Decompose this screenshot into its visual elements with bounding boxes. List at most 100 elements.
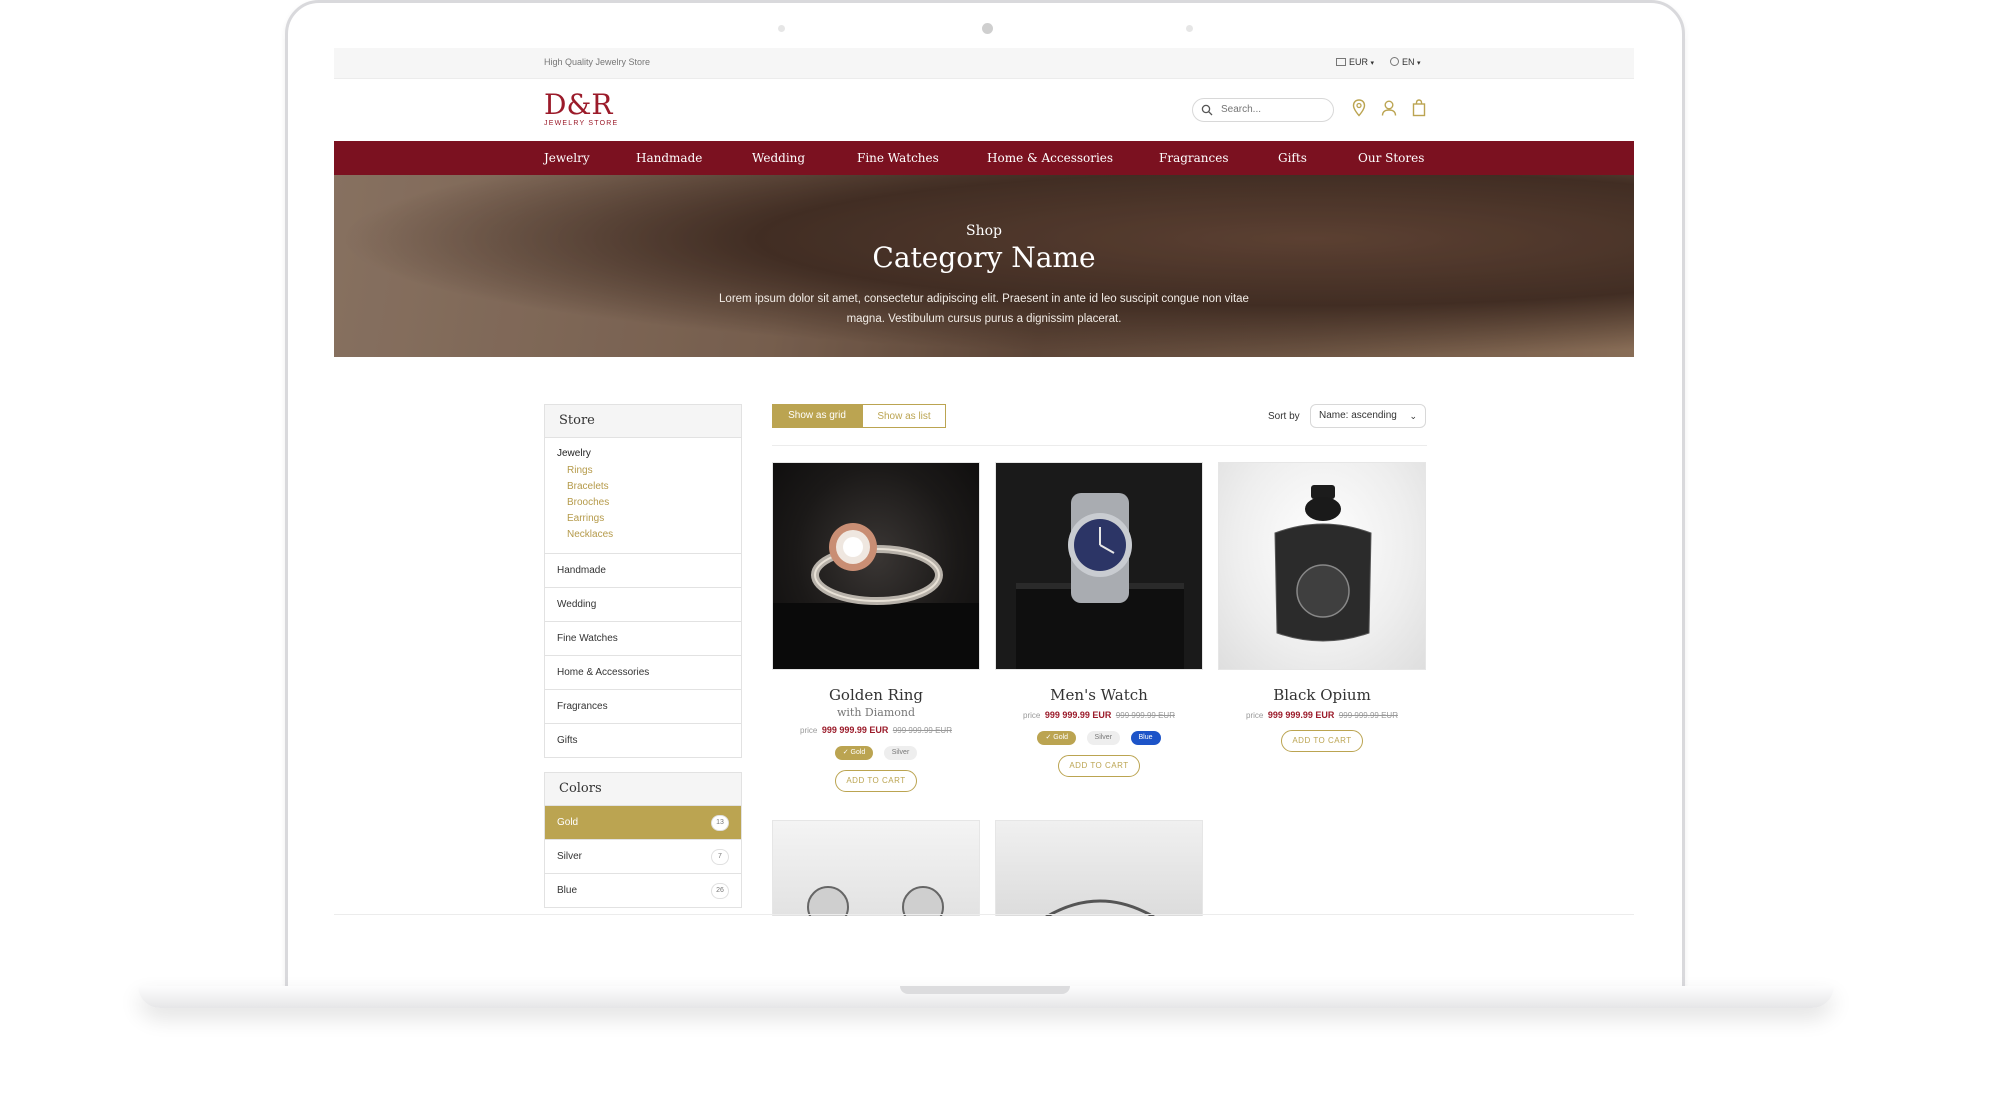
- search-input[interactable]: [1219, 103, 1331, 116]
- current-price: 999 999.99 EUR: [1267, 710, 1335, 720]
- product-price: price 999 999.99 EUR 999 999.99 EUR: [995, 710, 1203, 720]
- sidebar-item-fragrances[interactable]: Fragrances: [545, 690, 741, 724]
- color-filter-label: Blue: [557, 885, 578, 896]
- product-card: [995, 820, 1203, 916]
- product-subtitle: with Diamond: [836, 706, 915, 719]
- color-chip-silver[interactable]: Silver: [1086, 731, 1121, 745]
- add-to-cart-button[interactable]: ADD TO CART: [835, 770, 917, 792]
- color-chip-silver[interactable]: Silver: [883, 746, 918, 760]
- sidebar-item-fine-watches[interactable]: Fine Watches: [545, 622, 741, 656]
- sidebar-item-label[interactable]: Jewelry: [557, 448, 729, 459]
- logo-subtitle: JEWELRY STORE: [544, 120, 619, 127]
- current-price: 999 999.99 EUR: [1044, 710, 1112, 720]
- color-filter-gold[interactable]: Gold 13: [545, 806, 741, 840]
- product-image-earrings[interactable]: [772, 820, 980, 916]
- wallet-icon: [1336, 58, 1346, 66]
- camera-icon: [982, 23, 993, 34]
- store-tagline: High Quality Jewelry Store: [544, 57, 651, 67]
- color-count-badge: 26: [711, 883, 729, 899]
- camera-dot-left: [778, 25, 785, 32]
- globe-icon: [1390, 57, 1399, 66]
- toolbar-divider: [772, 445, 1427, 446]
- product-name[interactable]: Black Opium: [1218, 686, 1426, 704]
- product-card: [772, 820, 980, 916]
- subcategory-bracelets[interactable]: Bracelets: [567, 479, 729, 495]
- language-value: EN: [1402, 57, 1415, 67]
- chip-label: Gold: [1053, 734, 1069, 741]
- sort-value: Name: ascending: [1319, 410, 1397, 421]
- sidebar-item-home-accessories[interactable]: Home & Accessories: [545, 656, 741, 690]
- product-name[interactable]: Golden Ring: [772, 686, 980, 704]
- old-price: 999 999.99 EUR: [892, 726, 952, 735]
- hero-description-line: magna. Vestibulum cursus purus a digniss…: [846, 313, 1122, 325]
- store-panel: Store Jewelry Rings Bracelets Brooches E…: [544, 404, 742, 758]
- color-chip-blue[interactable]: Blue: [1130, 731, 1161, 745]
- user-icon[interactable]: [1381, 99, 1397, 117]
- earrings-image: [807, 886, 944, 916]
- logo-mark: D&R: [544, 88, 613, 121]
- color-filter-blue[interactable]: Blue 26: [545, 874, 741, 907]
- show-as-list-button[interactable]: Show as list: [862, 404, 946, 428]
- search-box[interactable]: [1192, 98, 1334, 122]
- chevron-down-icon: ▾: [1417, 60, 1421, 67]
- color-filter-silver[interactable]: Silver 7: [545, 840, 741, 874]
- add-to-cart-button[interactable]: ADD TO CART: [1281, 730, 1363, 752]
- color-count-badge: 7: [711, 849, 729, 865]
- product-image-perfume[interactable]: [1218, 462, 1426, 670]
- colors-panel: Colors Gold 13 Silver 7 Blue 26: [544, 772, 742, 908]
- product-image-ring[interactable]: [772, 462, 980, 670]
- sidebar-item-jewelry: Jewelry Rings Bracelets Brooches Earring…: [545, 438, 741, 554]
- product-price: price 999 999.99 EUR 999 999.99 EUR: [772, 725, 980, 735]
- page-title: Category Name: [872, 241, 1096, 274]
- hero-description: Lorem ipsum dolor sit amet, consectetur …: [334, 289, 1634, 329]
- main-navigation: Jewelry Handmade Wedding Fine Watches Ho…: [334, 141, 1634, 175]
- product-card: Black Opium price 999 999.99 EUR 999 999…: [1218, 462, 1426, 752]
- add-to-cart-button[interactable]: ADD TO CART: [1058, 755, 1140, 777]
- language-selector[interactable]: EN ▾: [1390, 57, 1421, 67]
- category-hero: Shop Category Name Lorem ipsum dolor sit…: [334, 175, 1634, 357]
- color-chip-gold[interactable]: ✓ Gold: [834, 746, 874, 760]
- nav-item-our-stores[interactable]: Our Stores: [1358, 151, 1424, 165]
- color-chip-gold[interactable]: ✓ Gold: [1037, 731, 1077, 745]
- nav-item-jewelry[interactable]: Jewelry: [544, 151, 590, 165]
- shopping-bag-icon[interactable]: [1412, 99, 1426, 117]
- subcategory-necklaces[interactable]: Necklaces: [567, 527, 729, 543]
- sidebar-item-wedding[interactable]: Wedding: [545, 588, 741, 622]
- nav-item-fine-watches[interactable]: Fine Watches: [857, 151, 939, 165]
- subcategory-earrings[interactable]: Earrings: [567, 511, 729, 527]
- chevron-down-icon: ⌄: [1409, 411, 1417, 421]
- sort-select[interactable]: Name: ascending ⌄: [1310, 404, 1426, 428]
- colors-panel-title: Colors: [545, 773, 741, 806]
- subcategory-rings[interactable]: Rings: [567, 463, 729, 479]
- nav-item-gifts[interactable]: Gifts: [1278, 151, 1307, 165]
- sort-label: Sort by: [1268, 411, 1300, 422]
- nav-item-wedding[interactable]: Wedding: [752, 151, 805, 165]
- product-name[interactable]: Men's Watch: [995, 686, 1203, 704]
- nav-item-fragrances[interactable]: Fragrances: [1159, 151, 1229, 165]
- check-icon: ✓: [842, 749, 851, 756]
- top-bar: High Quality Jewelry Store EUR ▾ EN ▾: [334, 48, 1634, 79]
- bracelet-image: [1045, 899, 1155, 916]
- price-label: price: [1023, 711, 1041, 720]
- color-count-badge: 13: [711, 815, 729, 831]
- store-panel-title: Store: [545, 405, 741, 438]
- site-logo[interactable]: D&R JEWELRY STORE: [544, 88, 619, 128]
- product-toolbar: Show as grid Show as list Sort by Name: …: [772, 404, 1427, 430]
- show-as-grid-button[interactable]: Show as grid: [772, 404, 862, 428]
- sidebar-item-gifts[interactable]: Gifts: [545, 724, 741, 757]
- page-bottom-border: [334, 914, 1634, 915]
- chip-label: Gold: [850, 749, 866, 756]
- sidebar-item-handmade[interactable]: Handmade: [545, 554, 741, 588]
- subcategory-brooches[interactable]: Brooches: [567, 495, 729, 511]
- hero-description-line: Lorem ipsum dolor sit amet, consectetur …: [719, 293, 1249, 305]
- product-image-watch[interactable]: [995, 462, 1203, 670]
- perfume-image: [1274, 485, 1372, 642]
- nav-item-handmade[interactable]: Handmade: [636, 151, 702, 165]
- location-icon[interactable]: [1352, 99, 1366, 117]
- old-price: 999 999.99 EUR: [1338, 711, 1398, 720]
- nav-item-home-accessories[interactable]: Home & Accessories: [987, 151, 1113, 165]
- sidebar: Store Jewelry Rings Bracelets Brooches E…: [544, 404, 742, 916]
- currency-selector[interactable]: EUR ▾: [1336, 57, 1374, 67]
- product-image-bracelet[interactable]: [995, 820, 1203, 916]
- browser-screen: High Quality Jewelry Store EUR ▾ EN ▾ D&…: [334, 48, 1634, 916]
